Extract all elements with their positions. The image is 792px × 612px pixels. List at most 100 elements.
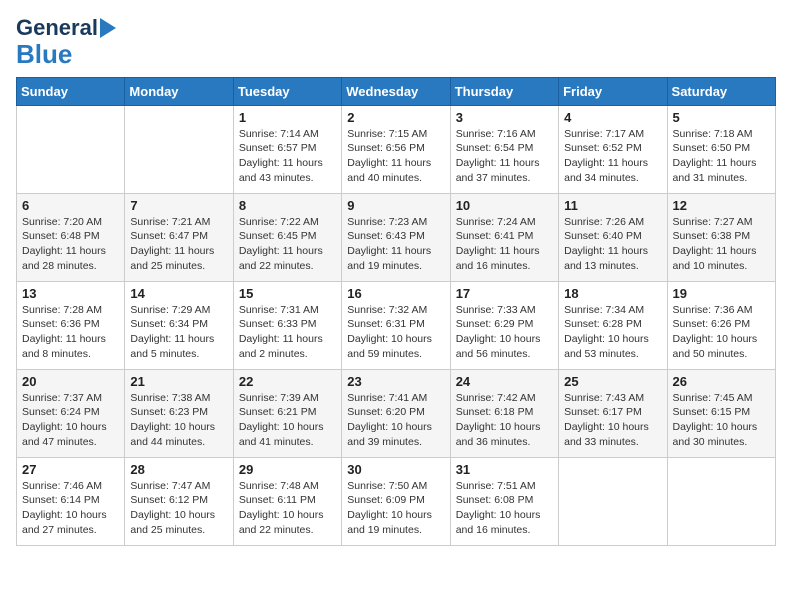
day-number: 3 [456,110,553,125]
day-number: 30 [347,462,444,477]
header-cell-wednesday: Wednesday [342,77,450,105]
day-number: 19 [673,286,770,301]
day-number: 20 [22,374,119,389]
day-number: 12 [673,198,770,213]
day-number: 6 [22,198,119,213]
day-detail: Sunrise: 7:50 AM Sunset: 6:09 PM Dayligh… [347,479,444,538]
day-detail: Sunrise: 7:51 AM Sunset: 6:08 PM Dayligh… [456,479,553,538]
day-number: 29 [239,462,336,477]
day-cell: 16 Sunrise: 7:32 AM Sunset: 6:31 PM Dayli… [342,281,450,369]
day-number: 5 [673,110,770,125]
day-number: 23 [347,374,444,389]
logo-text-general: General [16,16,98,40]
day-cell: 14Sunrise: 7:29 AM Sunset: 6:34 PM Dayli… [125,281,233,369]
day-detail: Sunrise: 7:39 AM Sunset: 6:21 PM Dayligh… [239,391,336,450]
day-detail: Sunrise: 7:33 AM Sunset: 6:29 PM Dayligh… [456,303,553,362]
day-cell: 5 Sunrise: 7:18 AM Sunset: 6:50 PM Daylig… [667,105,775,193]
day-cell: 22Sunrise: 7:39 AM Sunset: 6:21 PM Dayli… [233,369,341,457]
day-cell: 13Sunrise: 7:28 AM Sunset: 6:36 PM Dayli… [17,281,125,369]
day-cell: 7 Sunrise: 7:21 AM Sunset: 6:47 PM Daylig… [125,193,233,281]
day-cell: 9Sunrise: 7:23 AM Sunset: 6:43 PM Daylig… [342,193,450,281]
calendar-header: SundayMondayTuesdayWednesdayThursdayFrid… [17,77,776,105]
day-cell: 3 Sunrise: 7:16 AM Sunset: 6:54 PM Daylig… [450,105,558,193]
day-cell: 25Sunrise: 7:43 AM Sunset: 6:17 PM Dayli… [559,369,667,457]
calendar-table: SundayMondayTuesdayWednesdayThursdayFrid… [16,77,776,546]
day-number: 16 [347,286,444,301]
day-detail: Sunrise: 7:34 AM Sunset: 6:28 PM Dayligh… [564,303,661,362]
day-number: 2 [347,110,444,125]
page-header: General Blue [16,16,776,69]
logo-arrow-icon [100,18,116,38]
day-detail: Sunrise: 7:14 AM Sunset: 6:57 PM Dayligh… [239,127,336,186]
day-cell: 30 Sunrise: 7:50 AM Sunset: 6:09 PM Dayli… [342,457,450,545]
day-cell: 11 Sunrise: 7:26 AM Sunset: 6:40 PM Dayli… [559,193,667,281]
day-number: 28 [130,462,227,477]
day-number: 4 [564,110,661,125]
header-cell-monday: Monday [125,77,233,105]
day-detail: Sunrise: 7:47 AM Sunset: 6:12 PM Dayligh… [130,479,227,538]
day-number: 31 [456,462,553,477]
day-detail: Sunrise: 7:38 AM Sunset: 6:23 PM Dayligh… [130,391,227,450]
week-row-3: 13Sunrise: 7:28 AM Sunset: 6:36 PM Dayli… [17,281,776,369]
day-detail: Sunrise: 7:16 AM Sunset: 6:54 PM Dayligh… [456,127,553,186]
day-number: 18 [564,286,661,301]
day-cell: 1Sunrise: 7:14 AM Sunset: 6:57 PM Daylig… [233,105,341,193]
day-cell [667,457,775,545]
day-cell: 24 Sunrise: 7:42 AM Sunset: 6:18 PM Dayli… [450,369,558,457]
day-cell: 31 Sunrise: 7:51 AM Sunset: 6:08 PM Dayli… [450,457,558,545]
day-detail: Sunrise: 7:22 AM Sunset: 6:45 PM Dayligh… [239,215,336,274]
day-cell: 10Sunrise: 7:24 AM Sunset: 6:41 PM Dayli… [450,193,558,281]
day-number: 11 [564,198,661,213]
day-number: 26 [673,374,770,389]
day-number: 9 [347,198,444,213]
day-cell: 28 Sunrise: 7:47 AM Sunset: 6:12 PM Dayli… [125,457,233,545]
header-row: SundayMondayTuesdayWednesdayThursdayFrid… [17,77,776,105]
day-detail: Sunrise: 7:46 AM Sunset: 6:14 PM Dayligh… [22,479,119,538]
header-cell-thursday: Thursday [450,77,558,105]
day-cell: 6 Sunrise: 7:20 AM Sunset: 6:48 PM Daylig… [17,193,125,281]
day-detail: Sunrise: 7:17 AM Sunset: 6:52 PM Dayligh… [564,127,661,186]
day-cell: 23Sunrise: 7:41 AM Sunset: 6:20 PM Dayli… [342,369,450,457]
week-row-5: 27 Sunrise: 7:46 AM Sunset: 6:14 PM Dayli… [17,457,776,545]
day-cell: 8 Sunrise: 7:22 AM Sunset: 6:45 PM Daylig… [233,193,341,281]
day-detail: Sunrise: 7:48 AM Sunset: 6:11 PM Dayligh… [239,479,336,538]
header-cell-sunday: Sunday [17,77,125,105]
day-number: 27 [22,462,119,477]
day-detail: Sunrise: 7:24 AM Sunset: 6:41 PM Dayligh… [456,215,553,274]
day-cell: 19 Sunrise: 7:36 AM Sunset: 6:26 PM Dayli… [667,281,775,369]
day-cell: 2Sunrise: 7:15 AM Sunset: 6:56 PM Daylig… [342,105,450,193]
logo: General Blue [16,16,116,69]
day-number: 8 [239,198,336,213]
day-number: 7 [130,198,227,213]
day-detail: Sunrise: 7:20 AM Sunset: 6:48 PM Dayligh… [22,215,119,274]
day-cell: 29 Sunrise: 7:48 AM Sunset: 6:11 PM Dayli… [233,457,341,545]
day-cell [559,457,667,545]
day-detail: Sunrise: 7:29 AM Sunset: 6:34 PM Dayligh… [130,303,227,362]
day-number: 13 [22,286,119,301]
day-cell: 12 Sunrise: 7:27 AM Sunset: 6:38 PM Dayli… [667,193,775,281]
day-cell: 20 Sunrise: 7:37 AM Sunset: 6:24 PM Dayli… [17,369,125,457]
day-detail: Sunrise: 7:32 AM Sunset: 6:31 PM Dayligh… [347,303,444,362]
day-detail: Sunrise: 7:18 AM Sunset: 6:50 PM Dayligh… [673,127,770,186]
header-cell-friday: Friday [559,77,667,105]
day-detail: Sunrise: 7:26 AM Sunset: 6:40 PM Dayligh… [564,215,661,274]
week-row-2: 6 Sunrise: 7:20 AM Sunset: 6:48 PM Daylig… [17,193,776,281]
day-number: 15 [239,286,336,301]
day-detail: Sunrise: 7:21 AM Sunset: 6:47 PM Dayligh… [130,215,227,274]
day-number: 24 [456,374,553,389]
day-number: 17 [456,286,553,301]
day-number: 21 [130,374,227,389]
day-cell: 27 Sunrise: 7:46 AM Sunset: 6:14 PM Dayli… [17,457,125,545]
day-number: 25 [564,374,661,389]
week-row-4: 20 Sunrise: 7:37 AM Sunset: 6:24 PM Dayli… [17,369,776,457]
day-cell: 21 Sunrise: 7:38 AM Sunset: 6:23 PM Dayli… [125,369,233,457]
day-detail: Sunrise: 7:36 AM Sunset: 6:26 PM Dayligh… [673,303,770,362]
day-cell [125,105,233,193]
calendar-body: 1Sunrise: 7:14 AM Sunset: 6:57 PM Daylig… [17,105,776,545]
day-cell: 18 Sunrise: 7:34 AM Sunset: 6:28 PM Dayli… [559,281,667,369]
day-detail: Sunrise: 7:37 AM Sunset: 6:24 PM Dayligh… [22,391,119,450]
day-cell: 17 Sunrise: 7:33 AM Sunset: 6:29 PM Dayli… [450,281,558,369]
day-detail: Sunrise: 7:27 AM Sunset: 6:38 PM Dayligh… [673,215,770,274]
day-cell: 15Sunrise: 7:31 AM Sunset: 6:33 PM Dayli… [233,281,341,369]
day-detail: Sunrise: 7:42 AM Sunset: 6:18 PM Dayligh… [456,391,553,450]
